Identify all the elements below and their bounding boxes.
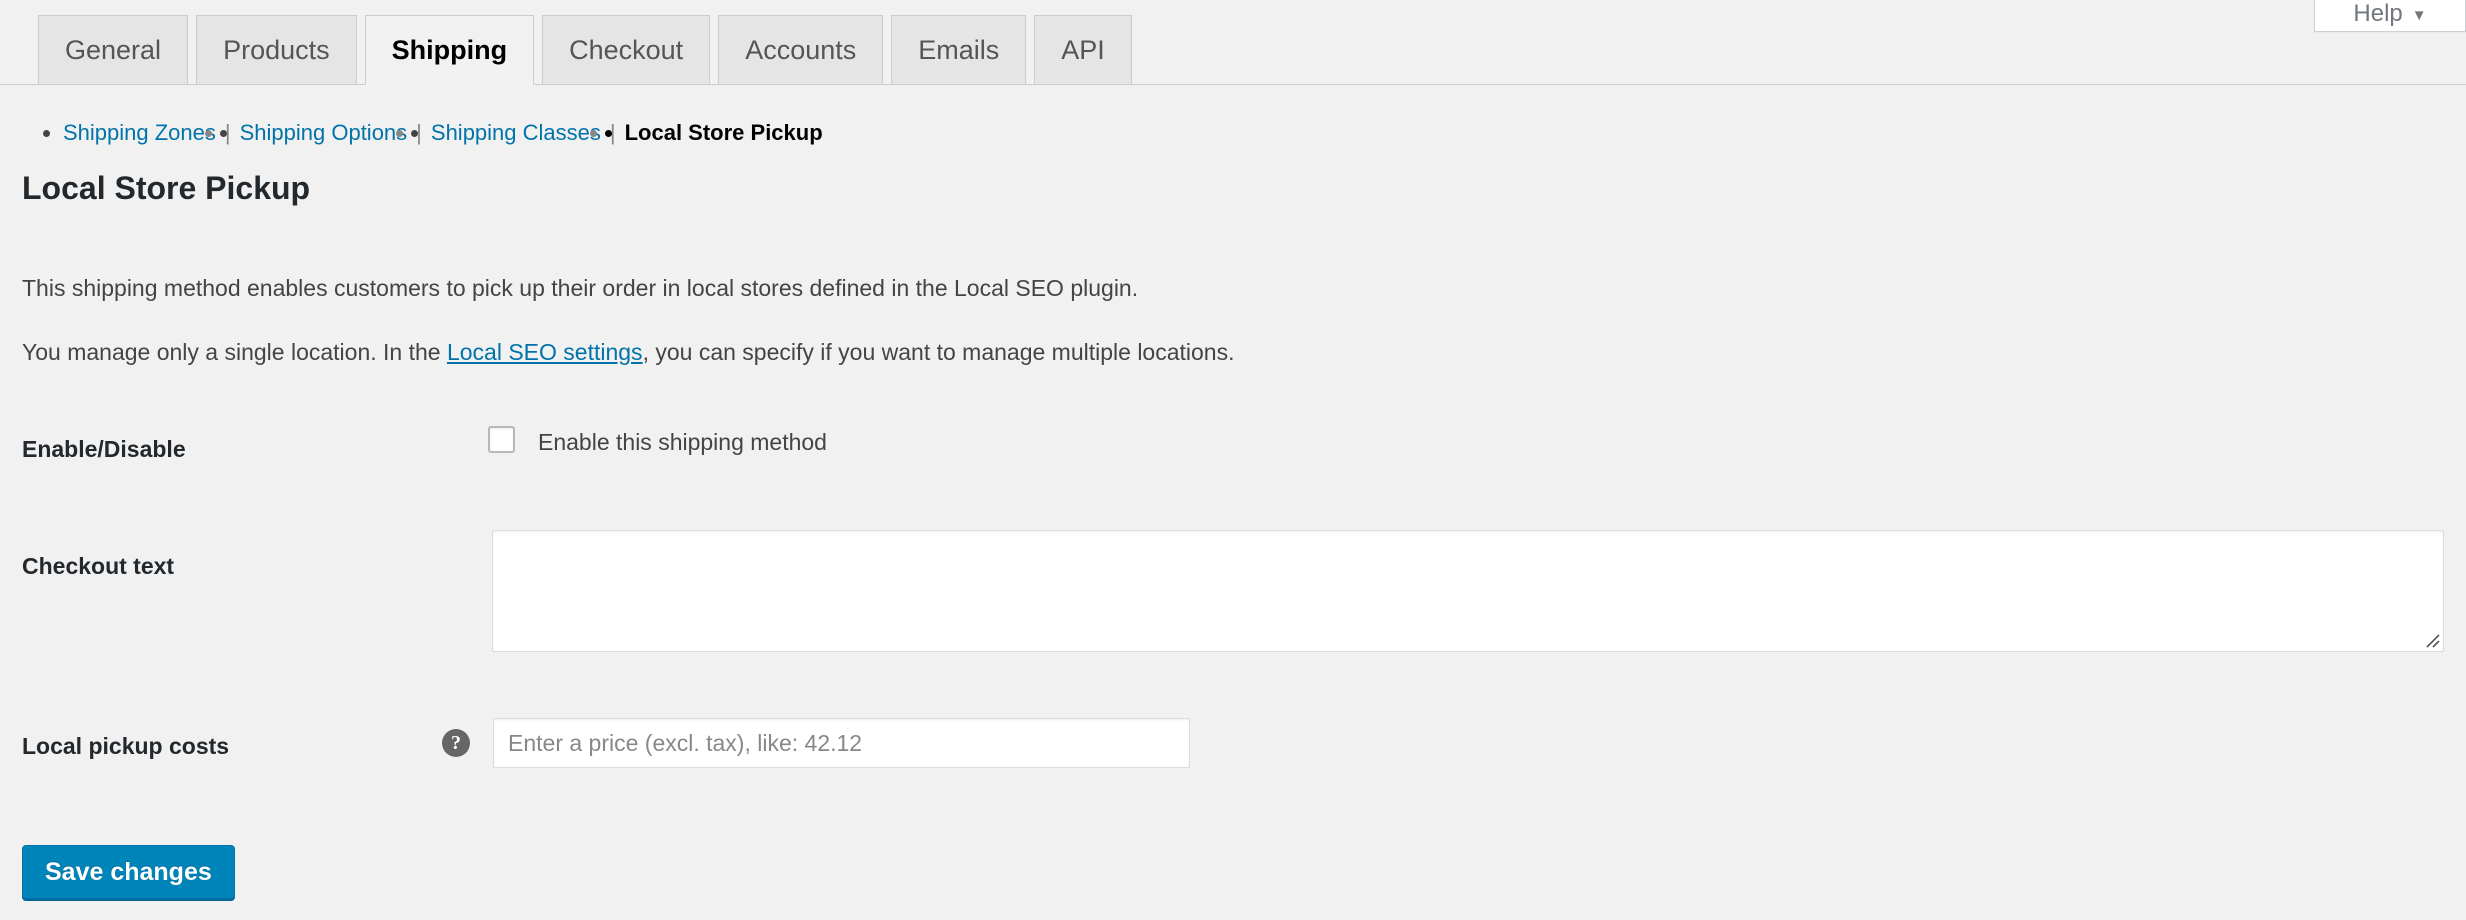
checkout-text-label: Checkout text [22,555,174,578]
subnav-item-local-store-pickup[interactable]: Local Store Pickup [625,122,823,144]
subnav-item-shipping-zones: Shipping Zones [63,122,216,144]
settings-tab-bar: General Products Shipping Checkout Accou… [0,15,2466,85]
subnav-link-shipping-zones[interactable]: Shipping Zones [63,120,216,145]
enable-shipping-method-label[interactable]: Enable this shipping method [538,431,827,454]
subnav-item-shipping-classes: Shipping Classes [431,122,601,144]
tab-general[interactable]: General [38,15,188,84]
tab-api[interactable]: API [1034,15,1132,84]
page-title: Local Store Pickup [22,172,310,204]
locations-description-prefix: You manage only a single location. In th… [22,339,447,365]
local-seo-settings-link[interactable]: Local SEO settings [447,339,643,365]
locations-description: You manage only a single location. In th… [22,341,1235,364]
subnav-link-shipping-options[interactable]: Shipping Options [240,120,408,145]
enable-shipping-method-checkbox[interactable] [488,426,515,453]
subnav-item-shipping-options: Shipping Options [240,122,408,144]
enable-disable-label: Enable/Disable [22,438,186,461]
method-description: This shipping method enables customers t… [22,277,1138,300]
tab-accounts[interactable]: Accounts [718,15,883,84]
locations-description-suffix: , you can specify if you want to manage … [643,339,1235,365]
tab-emails[interactable]: Emails [891,15,1026,84]
local-pickup-costs-label: Local pickup costs [22,735,229,758]
resize-handle-icon[interactable] [2422,630,2440,648]
local-pickup-costs-input[interactable] [493,718,1190,768]
tab-shipping[interactable]: Shipping [365,15,534,85]
help-circle-icon[interactable]: ? [442,729,470,757]
subnav-link-shipping-classes[interactable]: Shipping Classes [431,120,601,145]
shipping-subnav: Shipping Zones | Shipping Options | Ship… [23,122,823,144]
checkout-text-textarea[interactable] [492,530,2444,652]
save-changes-button[interactable]: Save changes [22,845,235,899]
tab-checkout[interactable]: Checkout [542,15,710,84]
tab-products[interactable]: Products [196,15,357,84]
